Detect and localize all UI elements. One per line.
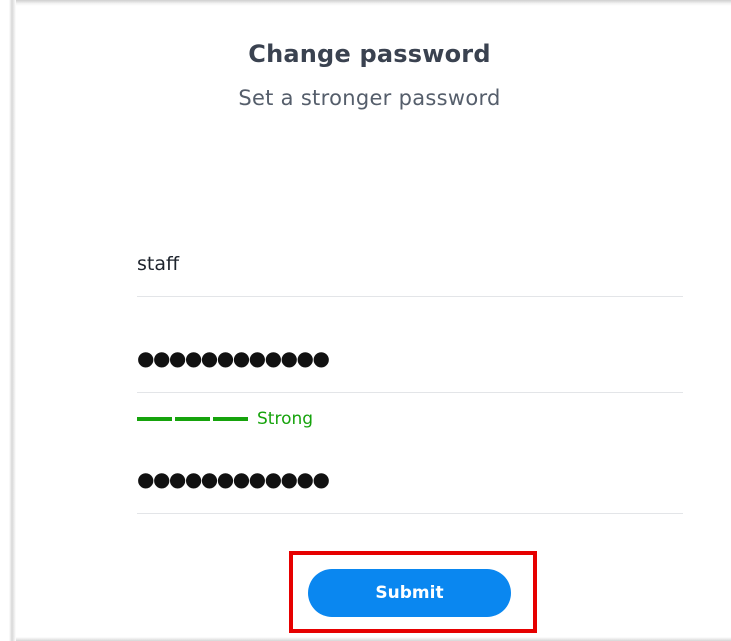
strength-label: Strong — [257, 409, 314, 429]
submit-button[interactable]: Submit — [308, 569, 511, 617]
strength-segment-2 — [175, 417, 210, 421]
new-password-field[interactable]: ●●●●●●●●●●●● — [137, 346, 683, 393]
dialog-title: Change password — [248, 40, 491, 68]
strength-segment-1 — [137, 417, 172, 421]
strength-segment-3 — [213, 417, 248, 421]
dialog-bottom-edge — [16, 637, 731, 641]
confirm-password-field[interactable]: ●●●●●●●●●●●● — [137, 467, 683, 514]
dialog-top-edge — [16, 0, 731, 6]
password-strength-meter: Strong — [137, 408, 437, 432]
change-password-dialog: Change password Set a stronger password … — [0, 0, 731, 641]
confirm-password-value: ●●●●●●●●●●●● — [137, 467, 330, 491]
username-value: staff — [137, 253, 180, 275]
new-password-value: ●●●●●●●●●●●● — [137, 346, 330, 370]
username-field[interactable]: staff — [137, 250, 683, 297]
dialog-subtitle: Set a stronger password — [238, 86, 501, 110]
